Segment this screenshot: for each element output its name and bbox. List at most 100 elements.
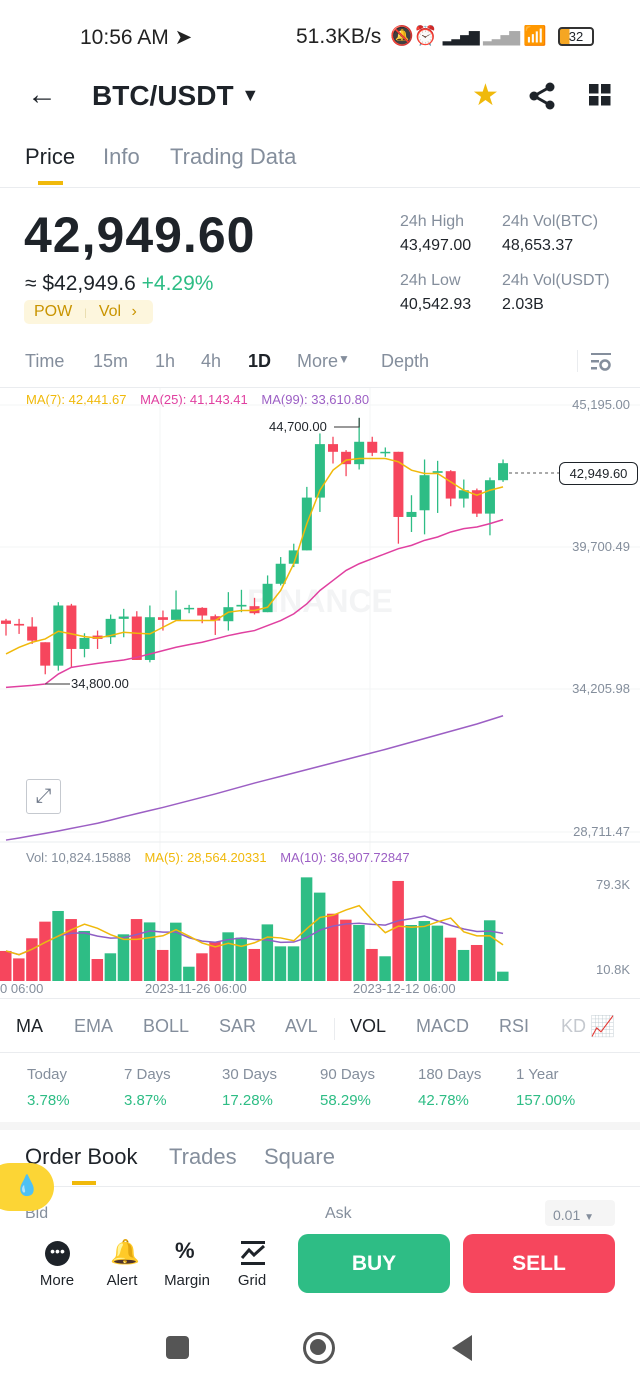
indicator-sar[interactable]: SAR — [219, 1016, 256, 1037]
candle-body — [131, 616, 142, 660]
sell-button[interactable]: SELL — [463, 1234, 615, 1293]
volume-bar — [313, 892, 326, 981]
low-annotation: 34,800.00 — [71, 676, 129, 691]
tab-square[interactable]: Square — [264, 1144, 335, 1170]
volume-bar — [457, 949, 470, 981]
more-button[interactable]: More — [27, 1272, 87, 1289]
tab-trades[interactable]: Trades — [169, 1144, 237, 1170]
volume-bar — [261, 924, 274, 981]
candle-body — [53, 605, 64, 666]
volume-bar — [26, 938, 38, 981]
flame-icon: 💧 — [14, 1175, 40, 1197]
volume-bar — [353, 925, 365, 981]
volume-bar — [196, 953, 208, 981]
buy-button[interactable]: BUY — [298, 1234, 450, 1293]
margin-button[interactable]: Margin — [157, 1272, 217, 1289]
candle-body — [432, 471, 443, 473]
y-tick: 39,700.49 — [572, 539, 630, 554]
divider — [0, 1186, 640, 1187]
indicator-avl[interactable]: AVL — [285, 1016, 318, 1037]
indicator-rsi[interactable]: RSI — [499, 1016, 529, 1037]
floating-fire-button[interactable]: 💧 — [0, 1163, 54, 1211]
vol-y-tick: 10.8K — [596, 962, 630, 977]
volume-bar — [78, 930, 90, 981]
candle-body — [380, 451, 391, 454]
candle-body — [14, 623, 25, 626]
high-leader-line — [334, 417, 360, 428]
vol-ma5-label: MA(5): 28,564.20331 — [144, 850, 267, 865]
volume-bar — [366, 948, 378, 981]
y-tick: 45,195.00 — [572, 397, 630, 412]
candle-body — [419, 475, 430, 511]
candle-body — [484, 480, 495, 514]
candle-body — [328, 444, 338, 452]
precision-select[interactable]: 0.01 ▼ — [545, 1200, 615, 1226]
alert-button[interactable]: Alert — [92, 1272, 152, 1289]
nav-back-icon[interactable] — [450, 1334, 474, 1362]
volume-bar — [274, 946, 287, 981]
volume-bar — [91, 959, 104, 981]
candle-body — [171, 609, 182, 620]
perf-label: 90 Days — [320, 1066, 376, 1083]
fullscreen-expand-icon[interactable]: ⤢ — [26, 779, 61, 814]
volume-bar — [431, 925, 444, 981]
divider — [334, 1018, 335, 1040]
more-icon[interactable]: ••• — [45, 1241, 70, 1266]
x-tick: 0 06:00 — [0, 981, 44, 996]
vol-label: Vol: 10,824.15888 — [26, 850, 131, 865]
volume-bar — [0, 950, 12, 981]
volume-bar — [379, 956, 391, 981]
candle-body — [27, 626, 38, 641]
volume-bar — [248, 948, 261, 981]
volume-bar — [156, 949, 169, 981]
volume-bar — [483, 920, 496, 981]
volume-bar — [13, 958, 25, 981]
indicator-boll[interactable]: BOLL — [143, 1016, 189, 1037]
nav-recents-icon[interactable] — [166, 1336, 189, 1359]
indicator-vol[interactable]: VOL — [350, 1016, 386, 1037]
grid-button[interactable]: Grid — [222, 1272, 282, 1289]
candle-body — [236, 604, 247, 607]
alert-bell-icon[interactable]: 🔔 — [110, 1238, 140, 1267]
volume-bar — [392, 880, 404, 981]
ask-label: Ask — [325, 1205, 352, 1222]
perf-value: 58.29% — [320, 1092, 371, 1109]
margin-percent-icon[interactable]: % — [175, 1238, 195, 1264]
volume-bar — [52, 910, 64, 981]
indicator-macd[interactable]: MACD — [416, 1016, 469, 1037]
indicator-kd[interactable]: KD — [561, 1016, 586, 1037]
vol-ma10-label: MA(10): 36,907.72847 — [280, 850, 410, 865]
x-tick: 2023-12-12 06:00 — [353, 981, 456, 996]
volume-bar — [470, 944, 483, 981]
volume-bar — [235, 937, 247, 981]
y-tick: 34,205.98 — [572, 681, 630, 696]
nav-home-icon[interactable] — [303, 1332, 335, 1364]
volume-bar — [340, 919, 352, 981]
perf-value: 42.78% — [418, 1092, 469, 1109]
volume-bar — [104, 953, 117, 981]
section-separator — [0, 1122, 640, 1130]
perf-value: 157.00% — [516, 1092, 576, 1109]
x-tick: 2023-11-26 06:00 — [145, 981, 247, 996]
candle-body — [197, 607, 208, 616]
vol-legend: Vol: 10,824.15888 MA(5): 28,564.20331 MA… — [26, 850, 410, 865]
volume-bar — [497, 971, 509, 981]
divider — [0, 998, 640, 999]
volume-bar — [327, 913, 339, 981]
perf-value: 3.78% — [27, 1092, 70, 1109]
perf-label: 7 Days — [124, 1066, 171, 1083]
candle-body — [66, 605, 77, 649]
precision-value: 0.01 — [553, 1207, 581, 1223]
volume-bar — [130, 919, 143, 981]
volume-bar — [287, 946, 300, 981]
last-price-tag: 42,949.60 — [559, 462, 638, 485]
volume-bar — [444, 937, 457, 981]
caret-down-icon: ▼ — [584, 1212, 595, 1223]
indicator-ma[interactable]: MA — [16, 1016, 43, 1037]
volume-bar — [117, 934, 130, 981]
indicator-ema[interactable]: EMA — [74, 1016, 113, 1037]
perf-label: 1 Year — [516, 1066, 559, 1083]
indicator-settings-icon[interactable]: 📈 — [590, 1014, 615, 1039]
divider — [0, 1052, 640, 1053]
grid-trading-icon[interactable] — [240, 1240, 266, 1266]
